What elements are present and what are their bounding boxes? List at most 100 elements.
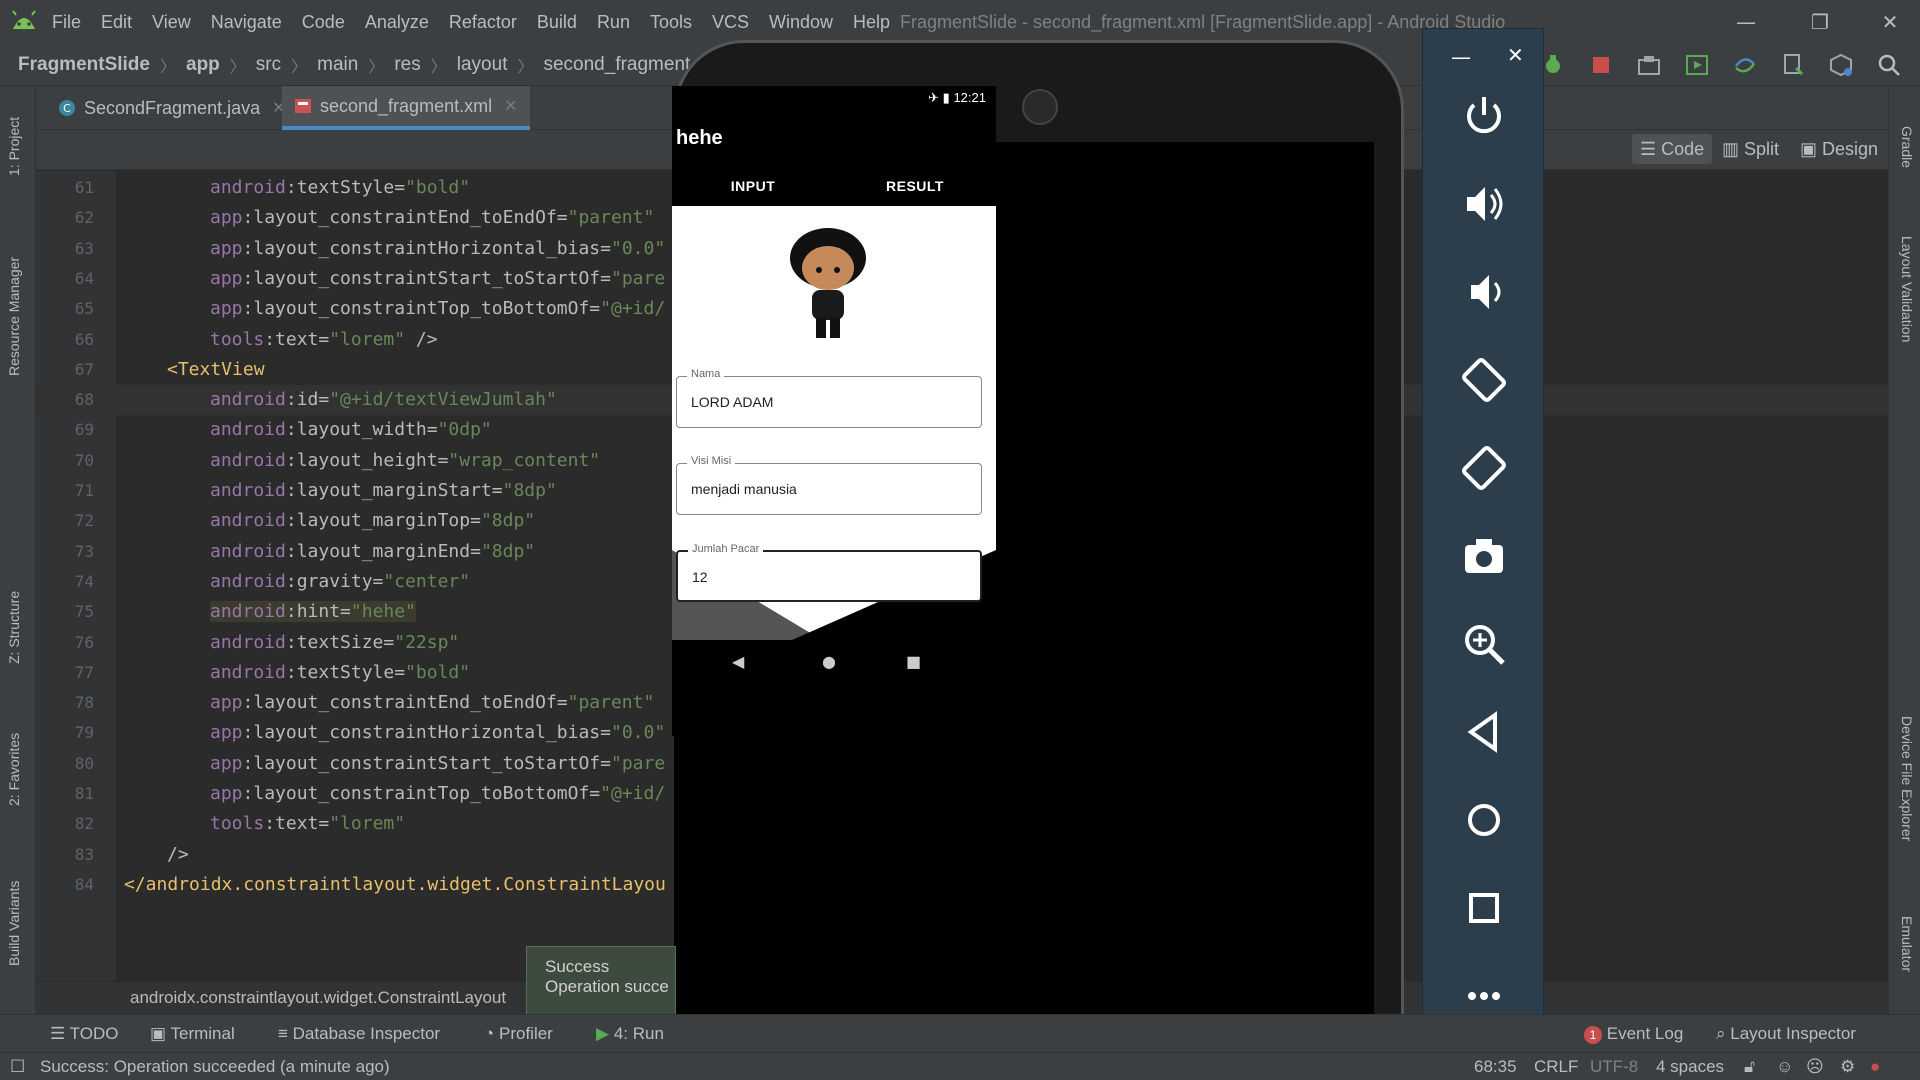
zoom-icon[interactable] <box>1459 619 1509 669</box>
code-token: :layout_constraintHorizontal_bias= <box>242 237 611 259</box>
tool-layout-validation[interactable]: Layout Validation <box>1899 236 1915 342</box>
view-mode-split[interactable]: ▥ Split <box>1722 134 1779 164</box>
tool-favorites[interactable]: 2: Favorites <box>6 733 22 806</box>
breadcrumb-item[interactable]: src <box>256 54 281 76</box>
breadcrumb-item[interactable]: layout <box>457 54 508 76</box>
phone-home-button[interactable]: ● <box>822 652 836 671</box>
tool-profiler[interactable]: ◔ Profiler <box>484 1024 553 1044</box>
tool-event-log[interactable]: 1 Event Log <box>1584 1024 1683 1044</box>
tool-run-label: 4: Run <box>613 1024 664 1043</box>
phone-recents-button[interactable]: ■ <box>906 652 921 671</box>
phone-tab-input[interactable]: INPUT <box>672 166 834 206</box>
emu-close-button[interactable]: ✕ <box>1507 43 1524 67</box>
tab-second-fragment-xml[interactable]: second_fragment.xml ✕ <box>282 86 530 130</box>
tool-emulator[interactable]: Emulator <box>1899 916 1915 972</box>
success-notification[interactable]: Success Operation succe <box>526 946 676 1016</box>
menu-item-navigate[interactable]: Navigate <box>211 12 282 33</box>
visi-misi-field[interactable]: Visi Misi menjadi manusia <box>676 455 982 515</box>
inspector-icon[interactable]: ⚙ <box>1840 1057 1855 1077</box>
tool-build-variants[interactable]: Build Variants <box>6 881 22 966</box>
jumlah-pacar-field[interactable]: Jumlah Pacar 12 <box>676 543 982 602</box>
home-icon[interactable] <box>1459 795 1509 845</box>
breadcrumb-item[interactable]: main <box>317 54 358 76</box>
search-icon[interactable] <box>1876 52 1902 78</box>
code-token: "bold" <box>405 177 471 198</box>
menu-item-window[interactable]: Window <box>769 12 833 33</box>
tool-todo[interactable]: ☰ TODO <box>50 1024 118 1044</box>
volume-down-icon[interactable] <box>1459 267 1509 317</box>
sync-icon[interactable] <box>1732 52 1758 78</box>
stop-icon[interactable] <box>1588 52 1614 78</box>
tool-layout-inspector[interactable]: ⌕ Layout Inspector <box>1716 1024 1856 1044</box>
line-number: 63 <box>74 238 94 258</box>
lock-icon[interactable]: 🔓︎ <box>1744 1057 1755 1077</box>
code-text: app:layout_constraintHorizontal_bias="0.… <box>210 718 665 748</box>
tool-structure[interactable]: Z: Structure <box>6 591 22 664</box>
indent-setting[interactable]: 4 spaces <box>1656 1057 1724 1077</box>
rotate-left-icon[interactable] <box>1459 355 1509 405</box>
tool-project[interactable]: 1: Project <box>6 117 22 176</box>
power-icon[interactable] <box>1459 91 1509 141</box>
phone-tab-result[interactable]: RESULT <box>834 166 996 206</box>
back-icon[interactable] <box>1459 707 1509 757</box>
avd-manager-icon[interactable] <box>1684 52 1710 78</box>
smile-icon[interactable]: ☺ <box>1776 1057 1793 1077</box>
emu-minimize-button[interactable]: — <box>1451 45 1471 69</box>
view-mode-design[interactable]: ▣ Design <box>1800 134 1878 164</box>
error-icon[interactable]: ● <box>1870 1057 1880 1077</box>
phone-screen[interactable]: ✈ ▮ 12:21 hehe INPUT RESULT Nama LORD AD… <box>672 86 996 736</box>
java-class-icon: C <box>59 100 75 116</box>
phone-status-bar: ✈ ▮ 12:21 <box>672 86 996 110</box>
sdk-manager-icon[interactable] <box>1780 52 1806 78</box>
tool-run[interactable]: ▶ 4: Run <box>596 1024 664 1044</box>
menu-item-analyze[interactable]: Analyze <box>365 12 429 33</box>
menu-item-refactor[interactable]: Refactor <box>449 12 517 33</box>
line-separator[interactable]: CRLF <box>1534 1057 1578 1077</box>
chevron-right-icon: 〉 <box>229 59 246 76</box>
view-mode-split-label: Split <box>1744 139 1780 159</box>
rotate-right-icon[interactable] <box>1459 443 1509 493</box>
status-toggle-icon[interactable]: ☐ <box>10 1057 25 1077</box>
project-structure-icon[interactable] <box>1636 52 1662 78</box>
code-text: <TextView <box>167 355 265 385</box>
menu-item-run[interactable]: Run <box>597 12 630 33</box>
menu-item-file[interactable]: File <box>52 12 81 33</box>
cursor-position[interactable]: 68:35 <box>1474 1057 1517 1077</box>
file-encoding[interactable]: UTF-8 <box>1590 1057 1638 1077</box>
breadcrumb-item[interactable]: res <box>394 54 420 76</box>
menu-item-build[interactable]: Build <box>537 12 577 33</box>
breadcrumb: FragmentSlide 〉 app 〉 src 〉 main 〉 res 〉 layout 〉 se… <box>18 44 725 86</box>
menu-item-view[interactable]: View <box>152 12 191 33</box>
tab-second-fragment-java[interactable]: C SecondFragment.java ✕ <box>46 86 298 130</box>
breadcrumb-item[interactable]: FragmentSlide <box>18 54 150 76</box>
line-number: 62 <box>74 208 94 228</box>
notification-body: Operation succe <box>545 977 669 996</box>
close-tab-icon[interactable]: ✕ <box>504 96 517 116</box>
status-message[interactable]: Success: Operation succeeded (a minute a… <box>40 1057 390 1077</box>
volume-up-icon[interactable] <box>1459 179 1509 229</box>
menu-item-vcs[interactable]: VCS <box>712 12 749 33</box>
overview-icon[interactable] <box>1459 883 1509 933</box>
menu-item-tools[interactable]: Tools <box>650 12 692 33</box>
menu-item-edit[interactable]: Edit <box>101 12 132 33</box>
editor-breadcrumb-label[interactable]: androidx.constraintlayout.widget.Constra… <box>130 988 506 1008</box>
close-window-button[interactable]: ✕ <box>1870 8 1910 36</box>
minimize-button[interactable]: — <box>1726 8 1766 36</box>
nama-field[interactable]: Nama LORD ADAM <box>676 368 982 428</box>
camera-icon[interactable] <box>1459 531 1509 581</box>
tool-database-inspector[interactable]: ≡ Database Inspector <box>278 1024 440 1044</box>
phone-back-button[interactable]: ◀ <box>732 652 744 671</box>
frown-icon[interactable]: ☹ <box>1806 1057 1824 1077</box>
code-token: :layout_width= <box>285 419 438 441</box>
menu-item-help[interactable]: Help <box>853 12 890 33</box>
tool-device-file-explorer[interactable]: Device File Explorer <box>1899 716 1915 841</box>
view-mode-code[interactable]: ☰ Code <box>1632 134 1713 164</box>
tool-gradle[interactable]: Gradle <box>1899 126 1915 168</box>
tool-resource-manager[interactable]: Resource Manager <box>6 257 22 376</box>
menu-item-code[interactable]: Code <box>302 12 345 33</box>
nama-label: Nama <box>687 368 725 380</box>
maximize-button[interactable]: ❐ <box>1800 8 1840 36</box>
breadcrumb-item[interactable]: app <box>186 54 220 76</box>
tool-terminal[interactable]: ▣ Terminal <box>150 1024 235 1044</box>
resource-icon[interactable] <box>1828 52 1854 78</box>
